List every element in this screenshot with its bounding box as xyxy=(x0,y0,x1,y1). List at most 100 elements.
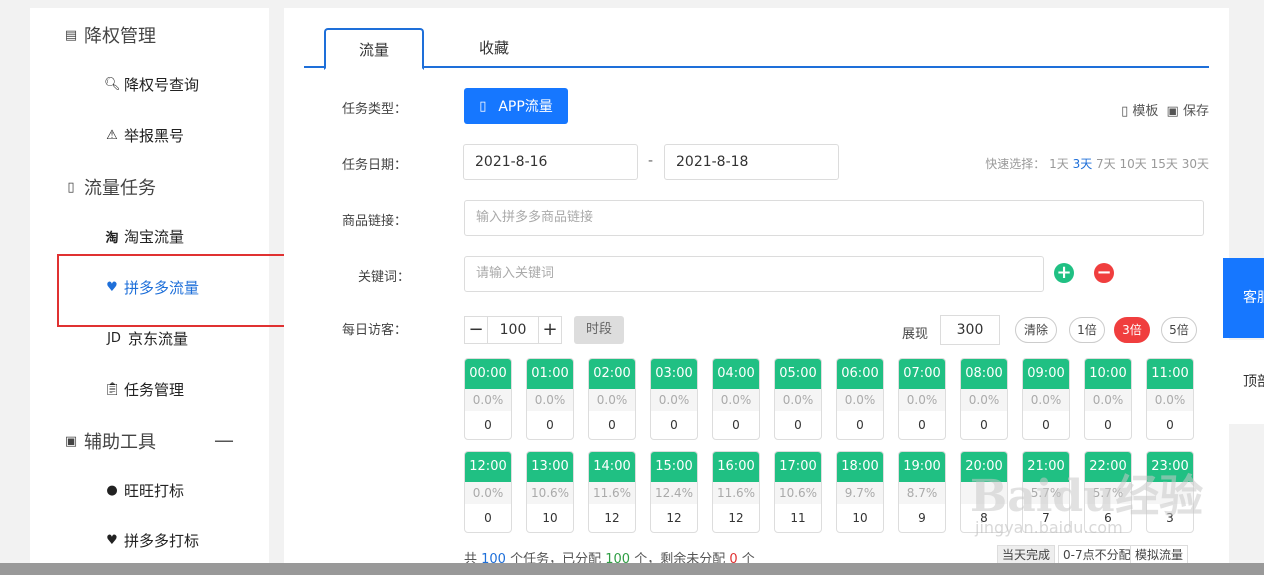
sidebar-item-report-black[interactable]: ⚠ 举报黑号 xyxy=(104,125,184,146)
highlight-box xyxy=(57,254,292,327)
increment-button[interactable]: + xyxy=(538,316,562,344)
time-slot-count[interactable]: 0 xyxy=(1085,411,1131,439)
back-to-top-button[interactable]: 顶部 xyxy=(1223,340,1264,424)
multiplier-3x-button[interactable]: 3倍 xyxy=(1114,317,1150,343)
app-traffic-button[interactable]: ▯ APP流量 xyxy=(464,88,568,124)
time-slot-count[interactable]: 0 xyxy=(1147,411,1193,439)
time-slot[interactable]: 16:00 11.6% 12 xyxy=(712,451,760,533)
bottom-scrollbar[interactable] xyxy=(0,563,1264,575)
time-slot-count[interactable]: 0 xyxy=(527,411,573,439)
remove-keyword-button[interactable]: − xyxy=(1094,263,1114,283)
time-slot-count[interactable]: 11 xyxy=(775,504,821,532)
time-slot[interactable]: 13:00 10.6% 10 xyxy=(526,451,574,533)
impressions-input[interactable]: 300 xyxy=(940,315,1000,345)
sidebar-item-taobao-traffic[interactable]: 淘 淘宝流量 xyxy=(104,226,184,247)
sidebar-group-label: 辅助工具 xyxy=(84,432,156,453)
sidebar-group-traffic[interactable]: ▯ 流量任务 xyxy=(64,174,156,200)
time-slot[interactable]: 10:00 0.0% 0 xyxy=(1084,358,1132,440)
multiplier-1x-button[interactable]: 1倍 xyxy=(1069,317,1105,343)
simulate-traffic-button[interactable]: 模拟流量 xyxy=(1130,545,1189,565)
tab-bar: 流量 收藏 xyxy=(304,28,1209,70)
quick-option[interactable]: 7天 xyxy=(1096,157,1116,171)
time-slot-count[interactable]: 0 xyxy=(465,411,511,439)
quick-option[interactable]: 15天 xyxy=(1151,157,1178,171)
sidebar-item-label: 举报黑号 xyxy=(124,127,185,145)
time-slot-count[interactable]: 12 xyxy=(589,504,635,532)
sidebar-item-label: 京东流量 xyxy=(128,330,189,348)
quick-option[interactable]: 30天 xyxy=(1182,157,1209,171)
time-segment-button[interactable]: 时段 xyxy=(574,316,624,344)
sidebar-item-wangwang-tag[interactable]: ● 旺旺打标 xyxy=(104,480,184,501)
tab-traffic[interactable]: 流量 xyxy=(324,28,424,70)
time-slot[interactable]: 14:00 11.6% 12 xyxy=(588,451,636,533)
time-slot[interactable]: 11:00 0.0% 0 xyxy=(1146,358,1194,440)
sidebar-item-pdd-tag[interactable]: ♥ 拼多多打标 xyxy=(104,530,199,551)
clear-button[interactable]: 清除 xyxy=(1015,317,1057,343)
time-slot-count[interactable]: 9 xyxy=(899,504,945,532)
phone-icon: ▯ xyxy=(479,98,487,114)
time-slot[interactable]: 17:00 10.6% 11 xyxy=(774,451,822,533)
time-slot-hour: 09:00 xyxy=(1023,359,1069,389)
time-slot-count[interactable]: 0 xyxy=(651,411,697,439)
time-slot[interactable]: 04:00 0.0% 0 xyxy=(712,358,760,440)
sidebar-group-downgrade[interactable]: ▤ 降权管理 xyxy=(64,22,156,48)
multiplier-5x-button[interactable]: 5倍 xyxy=(1161,317,1197,343)
customer-service-button[interactable]: 客服 xyxy=(1223,258,1264,338)
pinduoduo-tag-icon: ♥ xyxy=(106,533,118,548)
time-slot-hour: 14:00 xyxy=(589,452,635,482)
quick-option[interactable]: 1天 xyxy=(1049,157,1069,171)
time-slot-hour: 10:00 xyxy=(1085,359,1131,389)
time-slot-count[interactable]: 0 xyxy=(465,504,511,532)
quick-option[interactable]: 10天 xyxy=(1120,157,1147,171)
time-slot-count[interactable]: 0 xyxy=(775,411,821,439)
time-slot-count[interactable]: 0 xyxy=(961,411,1007,439)
time-slot-count[interactable]: 12 xyxy=(713,504,759,532)
time-slot[interactable]: 09:00 0.0% 0 xyxy=(1022,358,1070,440)
time-slot-count[interactable]: 0 xyxy=(589,411,635,439)
sidebar-item-jd-traffic[interactable]: JD 京东流量 xyxy=(104,328,188,349)
save-link[interactable]: 保存 xyxy=(1183,104,1209,119)
sidebar-item-label: 拼多多打标 xyxy=(124,532,200,550)
time-slot[interactable]: 01:00 0.0% 0 xyxy=(526,358,574,440)
keyword-input[interactable]: 请输入关键词 xyxy=(464,256,1044,292)
watermark-url: jingyan.baidu.com xyxy=(975,518,1123,537)
quick-option-selected[interactable]: 3天 xyxy=(1073,157,1093,171)
collapse-icon[interactable]: — xyxy=(214,428,234,452)
time-slot-count[interactable]: 0 xyxy=(837,411,883,439)
time-slot-count[interactable]: 10 xyxy=(527,504,573,532)
time-slot[interactable]: 03:00 0.0% 0 xyxy=(650,358,698,440)
time-slot-count[interactable]: 0 xyxy=(899,411,945,439)
sidebar-item-downgrade-query[interactable]: 🔍︎ 降权号查询 xyxy=(104,74,199,95)
sidebar-item-task-management[interactable]: 📋︎ 任务管理 xyxy=(104,379,184,400)
end-date-input[interactable]: 2021-8-18 xyxy=(664,144,839,180)
same-day-complete-button[interactable]: 当天完成 xyxy=(997,545,1056,565)
time-slot-count[interactable]: 0 xyxy=(1023,411,1069,439)
time-slot[interactable]: 00:00 0.0% 0 xyxy=(464,358,512,440)
time-slot-hour: 11:00 xyxy=(1147,359,1193,389)
time-slot[interactable]: 06:00 0.0% 0 xyxy=(836,358,884,440)
time-slot-count[interactable]: 0 xyxy=(713,411,759,439)
time-slot[interactable]: 02:00 0.0% 0 xyxy=(588,358,636,440)
clipboard-icon: 📋︎ xyxy=(104,382,121,397)
time-slot[interactable]: 18:00 9.7% 10 xyxy=(836,451,884,533)
template-link[interactable]: 模板 xyxy=(1132,104,1158,119)
time-slot[interactable]: 08:00 0.0% 0 xyxy=(960,358,1008,440)
time-slot[interactable]: 05:00 0.0% 0 xyxy=(774,358,822,440)
time-slot[interactable]: 07:00 0.0% 0 xyxy=(898,358,946,440)
time-slot-count[interactable]: 12 xyxy=(651,504,697,532)
start-date-input[interactable]: 2021-8-16 xyxy=(463,144,638,180)
tab-favorite[interactable]: 收藏 xyxy=(454,28,534,68)
no-assign-0-7-button[interactable]: 0-7点不分配 xyxy=(1058,545,1136,565)
product-link-input[interactable]: 输入拼多多商品链接 xyxy=(464,200,1204,236)
time-slot[interactable]: 15:00 12.4% 12 xyxy=(650,451,698,533)
time-slot[interactable]: 19:00 8.7% 9 xyxy=(898,451,946,533)
time-slot-count[interactable]: 10 xyxy=(837,504,883,532)
add-keyword-button[interactable]: + xyxy=(1054,263,1074,283)
template-icon: ▯ xyxy=(1121,104,1129,119)
sidebar-item-label: 降权号查询 xyxy=(124,76,200,94)
sidebar-group-tools[interactable]: ▣ 辅助工具 — xyxy=(64,428,234,454)
time-slot-percent: 0.0% xyxy=(465,482,511,504)
visitors-input[interactable]: 100 xyxy=(488,316,538,344)
time-slot[interactable]: 12:00 0.0% 0 xyxy=(464,451,512,533)
decrement-button[interactable]: − xyxy=(464,316,488,344)
